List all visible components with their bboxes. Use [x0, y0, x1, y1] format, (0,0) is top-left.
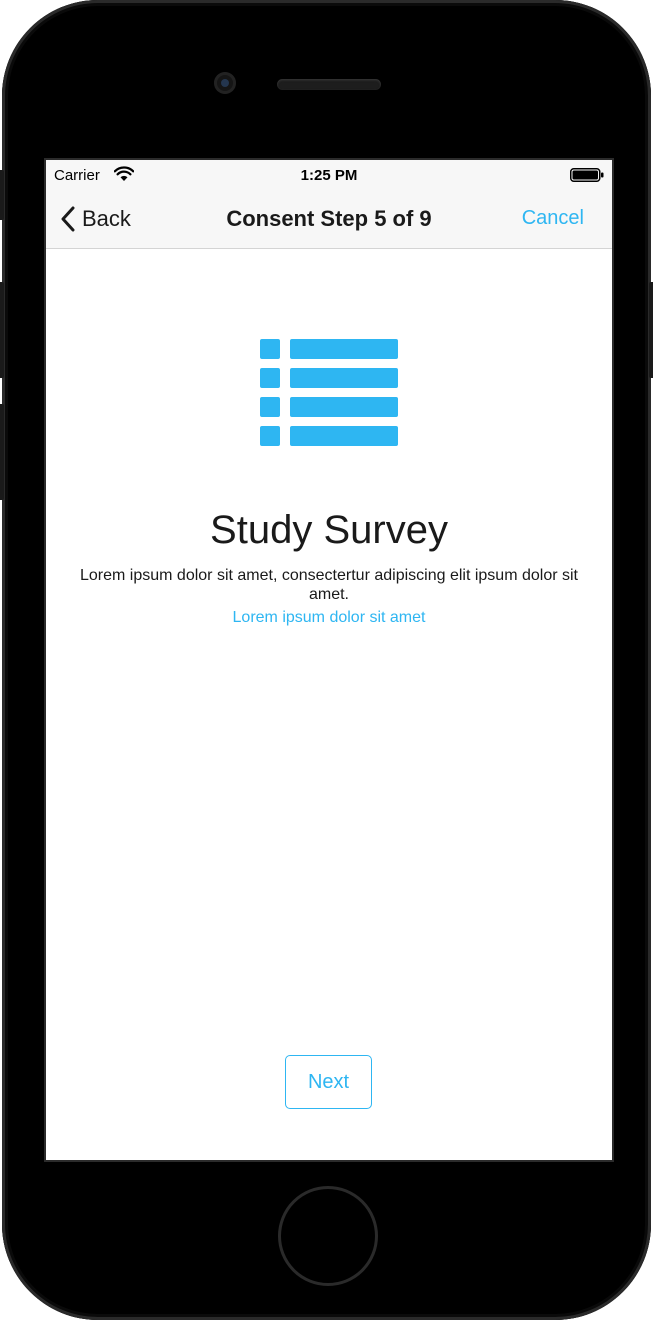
- volume-up-button: [0, 282, 4, 378]
- status-bar: Carrier 1:25 PM: [46, 160, 612, 190]
- front-camera: [214, 72, 236, 94]
- earpiece-speaker: [277, 79, 381, 90]
- phone-frame: Carrier 1:25 PM Back Consent Step 5 of 9: [0, 0, 653, 1320]
- battery-icon: [570, 168, 604, 182]
- page-title: Study Survey: [210, 508, 448, 552]
- description-text: Lorem ipsum dolor sit amet, consectertur…: [80, 567, 578, 603]
- home-button[interactable]: [278, 1186, 378, 1286]
- navigation-bar: Back Consent Step 5 of 9 Cancel: [46, 190, 612, 249]
- cancel-button[interactable]: Cancel: [522, 207, 584, 230]
- mute-switch: [0, 170, 4, 220]
- list-icon: [260, 339, 398, 446]
- next-button[interactable]: Next: [285, 1055, 372, 1109]
- learn-more-link[interactable]: Lorem ipsum dolor sit amet: [46, 609, 612, 627]
- screen: Carrier 1:25 PM Back Consent Step 5 of 9: [44, 158, 614, 1162]
- status-time: 1:25 PM: [300, 167, 358, 184]
- power-button: [649, 282, 653, 378]
- volume-down-button: [0, 404, 4, 500]
